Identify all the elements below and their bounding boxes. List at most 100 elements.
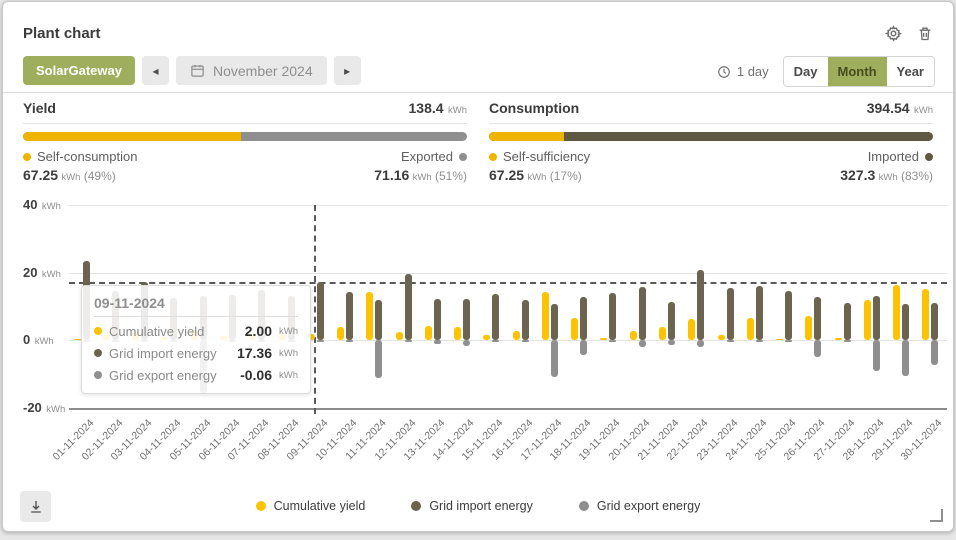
interval-indicator: 1 day — [717, 64, 769, 79]
bar-yield-26-11-2024[interactable] — [805, 316, 812, 340]
bar-yield-29-11-2024[interactable] — [893, 285, 900, 341]
legend-item-grid-import[interactable]: Grid import energy — [411, 499, 533, 513]
consumption-panel: Consumption 394.54 kWh Self-sufficiency … — [489, 100, 933, 183]
yield-title: Yield — [23, 100, 56, 116]
bar-yield-16-11-2024[interactable] — [513, 331, 520, 340]
bar-export-29-11-2024[interactable] — [902, 340, 909, 376]
bar-yield-12-11-2024[interactable] — [396, 332, 403, 340]
bar-yield-28-11-2024[interactable] — [864, 300, 871, 340]
bar-import-25-11-2024[interactable] — [785, 291, 792, 340]
y-tick-label: 40 kWh — [23, 196, 67, 214]
bar-export-21-11-2024[interactable] — [668, 340, 675, 345]
clock-icon — [717, 65, 731, 79]
resize-handle[interactable] — [930, 509, 943, 522]
bar-yield-18-11-2024[interactable] — [571, 318, 578, 340]
bar-export-26-11-2024[interactable] — [814, 340, 821, 357]
bar-import-14-11-2024[interactable] — [463, 299, 470, 340]
tooltip-date: 09-11-2024 — [94, 295, 298, 317]
legend-grid-import-dot-icon — [411, 501, 421, 511]
legend-cumulative-yield-dot-icon — [256, 501, 266, 511]
bar-export-13-11-2024[interactable] — [434, 340, 441, 344]
cumulative-yield-dot-icon — [94, 327, 102, 335]
bar-export-16-11-2024[interactable] — [522, 340, 529, 342]
bar-import-22-11-2024[interactable] — [697, 270, 704, 340]
bar-import-15-11-2024[interactable] — [492, 294, 499, 340]
self-consumption-dot-icon — [23, 153, 31, 161]
bar-import-16-11-2024[interactable] — [522, 300, 529, 340]
bar-export-17-11-2024[interactable] — [551, 340, 558, 376]
previous-period-button[interactable]: ◂ — [142, 56, 169, 85]
calendar-icon — [190, 63, 205, 78]
bar-export-09-11-2024[interactable] — [317, 340, 324, 342]
yield-progress-bar — [23, 132, 467, 141]
bar-import-11-11-2024[interactable] — [375, 300, 382, 340]
bar-yield-10-11-2024[interactable] — [337, 327, 344, 340]
bar-import-27-11-2024[interactable] — [844, 303, 851, 340]
next-period-button[interactable]: ▸ — [334, 56, 361, 85]
bar-export-22-11-2024[interactable] — [697, 340, 704, 347]
bar-export-19-11-2024[interactable] — [609, 340, 616, 342]
bar-yield-14-11-2024[interactable] — [454, 327, 461, 340]
bar-import-21-11-2024[interactable] — [668, 302, 675, 340]
bar-yield-21-11-2024[interactable] — [659, 327, 666, 340]
settings-gear-icon[interactable] — [883, 23, 903, 43]
bar-export-20-11-2024[interactable] — [639, 340, 646, 346]
bar-import-17-11-2024[interactable] — [551, 304, 558, 340]
bar-import-12-11-2024[interactable] — [405, 274, 412, 340]
bar-yield-17-11-2024[interactable] — [542, 292, 549, 340]
bar-yield-13-11-2024[interactable] — [425, 326, 432, 340]
bar-export-28-11-2024[interactable] — [873, 340, 880, 371]
bar-import-10-11-2024[interactable] — [346, 292, 353, 340]
interval-label: 1 day — [737, 64, 769, 79]
page-title: Plant chart — [23, 25, 101, 42]
bar-import-19-11-2024[interactable] — [609, 293, 616, 340]
bar-export-30-11-2024[interactable] — [931, 340, 938, 365]
bar-import-28-11-2024[interactable] — [873, 296, 880, 340]
bar-import-26-11-2024[interactable] — [814, 297, 821, 340]
bar-export-25-11-2024[interactable] — [785, 340, 792, 342]
gateway-selector-button[interactable]: SolarGateway — [23, 56, 135, 85]
bar-import-29-11-2024[interactable] — [902, 304, 909, 340]
bar-yield-20-11-2024[interactable] — [630, 331, 637, 341]
bar-yield-11-11-2024[interactable] — [366, 292, 373, 340]
bar-import-23-11-2024[interactable] — [727, 288, 734, 340]
y-tick-label: -20 kWh — [23, 399, 67, 417]
bar-export-10-11-2024[interactable] — [346, 340, 353, 342]
yield-total: 138.4 kWh — [409, 100, 468, 118]
bar-export-15-11-2024[interactable] — [492, 340, 499, 342]
bar-import-09-11-2024[interactable] — [317, 282, 324, 341]
bar-export-23-11-2024[interactable] — [727, 340, 734, 342]
bar-import-30-11-2024[interactable] — [931, 303, 938, 340]
exported-value: 71.16 kWh (51%) — [374, 167, 467, 183]
imported-label: Imported — [868, 149, 933, 164]
imported-dot-icon — [925, 153, 933, 161]
bar-import-18-11-2024[interactable] — [580, 297, 587, 340]
bar-export-24-11-2024[interactable] — [756, 340, 763, 342]
bar-export-18-11-2024[interactable] — [580, 340, 587, 354]
date-picker-button[interactable]: November 2024 — [176, 56, 327, 85]
bar-export-11-11-2024[interactable] — [375, 340, 382, 378]
self-sufficiency-label: Self-sufficiency — [489, 149, 590, 164]
self-sufficiency-value: 67.25 kWh (17%) — [489, 167, 582, 183]
yield-progress-left — [23, 132, 241, 141]
bar-export-27-11-2024[interactable] — [844, 340, 851, 342]
legend-item-cumulative-yield[interactable]: Cumulative yield — [256, 499, 366, 513]
bar-yield-30-11-2024[interactable] — [922, 289, 929, 341]
bar-yield-22-11-2024[interactable] — [688, 319, 695, 340]
tab-month[interactable]: Month — [828, 57, 887, 86]
bar-export-14-11-2024[interactable] — [463, 340, 470, 346]
bar-import-24-11-2024[interactable] — [756, 286, 763, 341]
bar-yield-27-11-2024[interactable] — [835, 338, 842, 340]
gridline--20 — [69, 408, 947, 410]
bar-import-20-11-2024[interactable] — [639, 287, 646, 341]
bar-yield-23-11-2024[interactable] — [718, 335, 725, 340]
exported-label: Exported — [401, 149, 467, 164]
legend-item-grid-export[interactable]: Grid export energy — [579, 499, 701, 513]
bar-import-13-11-2024[interactable] — [434, 299, 441, 340]
bar-yield-24-11-2024[interactable] — [747, 318, 754, 340]
tab-year[interactable]: Year — [887, 57, 934, 86]
tab-day[interactable]: Day — [784, 57, 828, 86]
trash-icon[interactable] — [915, 23, 935, 43]
bar-export-12-11-2024[interactable] — [405, 340, 412, 342]
grid-export-dot-icon — [94, 371, 102, 379]
